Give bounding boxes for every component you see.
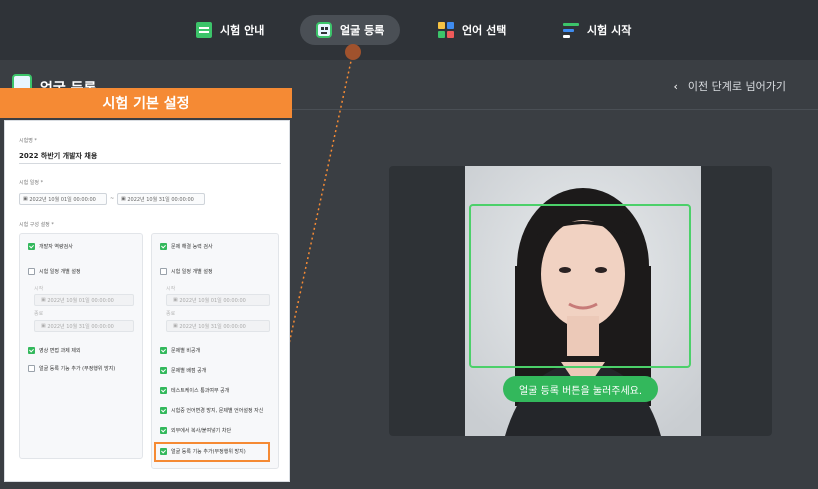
option-label: 외부에서 복사/붙여넣기 차단 bbox=[171, 428, 232, 434]
start-label: 시작 bbox=[166, 286, 176, 292]
option-label: 얼굴 등록 기능 추가 (부정행위 방지) bbox=[39, 366, 116, 372]
option-label: 문제 해결 능력 검사 bbox=[171, 244, 213, 250]
option-label: 문제별 비공개 bbox=[171, 348, 201, 354]
checkbox-checked[interactable] bbox=[160, 347, 167, 354]
start-date-value: 2022년 10월 01일 00:00:00 bbox=[179, 297, 246, 304]
date-end-field[interactable]: ▣ 2022년 10월 31일 00:00:00 bbox=[117, 193, 205, 205]
exam-date-label: 시험 일정 * bbox=[19, 180, 44, 186]
checkbox-checked[interactable] bbox=[160, 367, 167, 374]
option-row[interactable]: 시험중 언어변경 방지, 문제별 언어설정 자신 bbox=[160, 407, 263, 414]
checkbox[interactable] bbox=[160, 268, 167, 275]
checkbox[interactable] bbox=[28, 365, 35, 372]
option-label: 시험중 언어변경 방지, 문제별 언어설정 자신 bbox=[171, 408, 264, 414]
option-label: 문제별 배점 공개 bbox=[171, 368, 207, 374]
date-separator: ~ bbox=[110, 196, 115, 202]
checkbox-checked[interactable] bbox=[28, 347, 35, 354]
problem-solving-section: 문제 해결 능력 검사 시험 일정 개별 설정 시작 ▣ 2022년 10월 0… bbox=[151, 233, 279, 469]
settings-banner: 시험 기본 설정 bbox=[0, 88, 292, 118]
option-row[interactable]: 문제 해결 능력 검사 bbox=[160, 243, 213, 250]
checkbox-checked[interactable] bbox=[160, 427, 167, 434]
end-label: 종료 bbox=[166, 311, 176, 317]
checkbox-checked[interactable] bbox=[28, 243, 35, 250]
option-row[interactable]: 영상 면접 과제 제외 bbox=[28, 347, 81, 354]
divider bbox=[19, 163, 281, 164]
option-label: 개발자 역량검사 bbox=[39, 244, 73, 250]
developer-test-section: 개발자 역량검사 시험 일정 개별 설정 시작 ▣ 2022년 10월 01일 … bbox=[19, 233, 143, 459]
option-row[interactable]: 문제별 배점 공개 bbox=[160, 367, 206, 374]
end-date-field[interactable]: ▣ 2022년 10월 31일 00:00:00 bbox=[166, 320, 270, 332]
option-row[interactable]: 외부에서 복사/붙여넣기 차단 bbox=[160, 427, 231, 434]
exam-name-label: 시험명 * bbox=[19, 138, 37, 144]
option-row[interactable]: 얼굴 등록 기능 추가 (부정행위 방지) bbox=[28, 365, 115, 372]
end-date-value: 2022년 10월 31일 00:00:00 bbox=[47, 323, 114, 330]
option-label: 시험 일정 개별 설정 bbox=[171, 269, 213, 275]
option-row[interactable]: 시험 일정 개별 설정 bbox=[28, 268, 81, 275]
checkbox[interactable] bbox=[28, 268, 35, 275]
checkbox-checked[interactable] bbox=[160, 387, 167, 394]
exam-settings-card: 시험명 * 2022 하반기 개발자 채용 시험 일정 * ▣ 2022년 10… bbox=[4, 120, 290, 482]
highlight-box bbox=[154, 442, 270, 462]
date-start-field[interactable]: ▣ 2022년 10월 01일 00:00:00 bbox=[19, 193, 107, 205]
option-row[interactable]: 테스트케이스 통과여부 공개 bbox=[160, 387, 229, 394]
option-row[interactable]: 시험 일정 개별 설정 bbox=[160, 268, 213, 275]
date-end-value: 2022년 10월 31일 00:00:00 bbox=[127, 196, 194, 203]
end-date-field[interactable]: ▣ 2022년 10월 31일 00:00:00 bbox=[34, 320, 134, 332]
config-label: 시험 구성 설정 * bbox=[19, 222, 54, 228]
option-label: 영상 면접 과제 제외 bbox=[39, 348, 81, 354]
end-label: 종료 bbox=[34, 311, 44, 317]
checkbox-checked[interactable] bbox=[160, 243, 167, 250]
start-date-field[interactable]: ▣ 2022년 10월 01일 00:00:00 bbox=[34, 294, 134, 306]
exam-name[interactable]: 2022 하반기 개발자 채용 bbox=[19, 151, 97, 161]
checkbox-checked[interactable] bbox=[160, 407, 167, 414]
option-row[interactable]: 문제별 비공개 bbox=[160, 347, 200, 354]
start-date-value: 2022년 10월 01일 00:00:00 bbox=[47, 297, 114, 304]
date-start-value: 2022년 10월 01일 00:00:00 bbox=[29, 196, 96, 203]
start-label: 시작 bbox=[34, 286, 44, 292]
option-row[interactable]: 개발자 역량검사 bbox=[28, 243, 73, 250]
option-label: 테스트케이스 통과여부 공개 bbox=[171, 388, 230, 394]
end-date-value: 2022년 10월 31일 00:00:00 bbox=[179, 323, 246, 330]
start-date-field[interactable]: ▣ 2022년 10월 01일 00:00:00 bbox=[166, 294, 270, 306]
option-label: 시험 일정 개별 설정 bbox=[39, 269, 81, 275]
